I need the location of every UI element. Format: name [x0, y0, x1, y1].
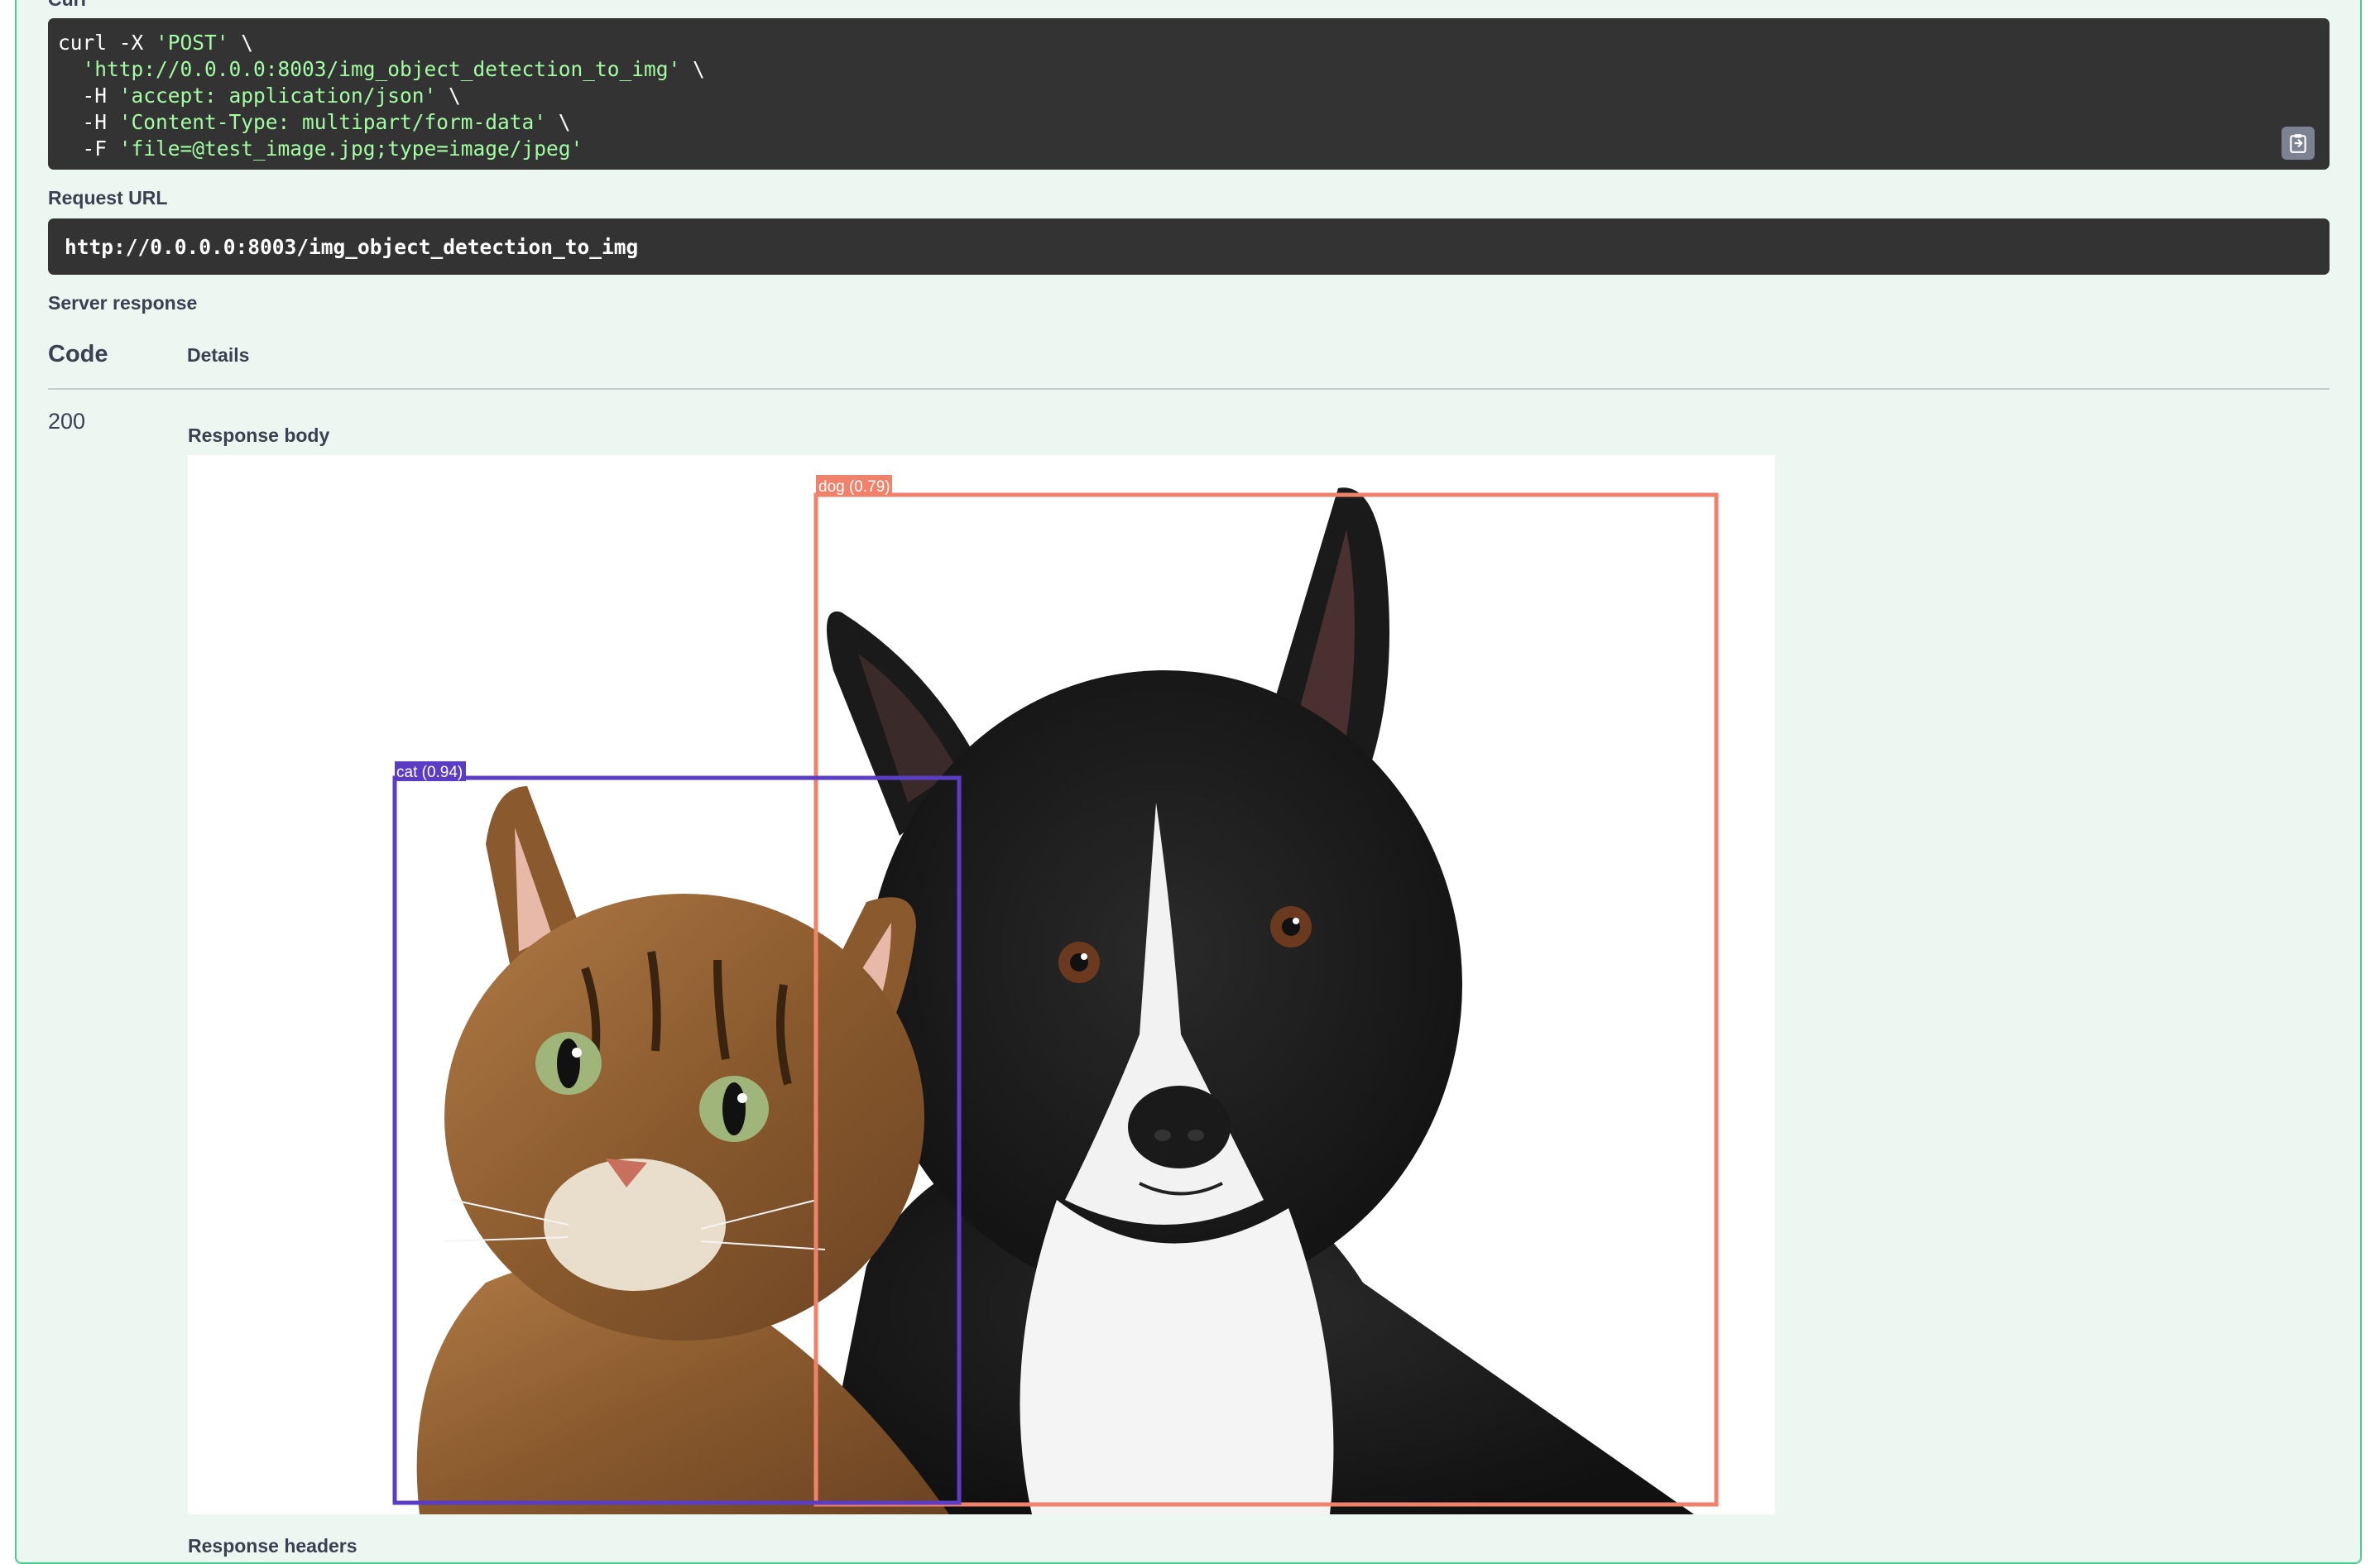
copy-to-clipboard-button[interactable]	[2282, 127, 2315, 160]
request-url-label: Request URL	[48, 187, 168, 209]
clipboard-icon	[2290, 134, 2306, 153]
column-header-code: Code	[48, 341, 108, 367]
curl-line-1: curl -X 'POST' \	[58, 31, 254, 55]
curl-line-5: -F 'file=@test_image.jpg;type=image/jpeg…	[58, 137, 583, 161]
server-response-label: Server response	[48, 292, 198, 314]
response-body-label: Response body	[188, 425, 330, 446]
request-url-value[interactable]: http://0.0.0.0:8003/img_object_detection…	[48, 218, 2330, 275]
response-headers-label: Response headers	[188, 1535, 357, 1557]
dog-illustration	[817, 487, 1694, 1514]
curl-line-3: -H 'accept: application/json' \	[58, 84, 461, 108]
cat-detection-label: cat (0.94)	[396, 764, 463, 781]
curl-line-2: 'http://0.0.0.0:8003/img_object_detectio…	[82, 57, 705, 81]
curl-label: Curl	[48, 0, 86, 11]
detection-result-image: dog (0.79) cat (0.94)	[188, 455, 1775, 1514]
response-status-code: 200	[48, 409, 86, 434]
column-header-details: Details	[187, 344, 250, 366]
dog-detection-label: dog (0.79)	[818, 478, 890, 496]
curl-code-block[interactable]: curl -X 'POST' \ 'http://0.0.0.0:8003/im…	[48, 18, 2330, 170]
curl-line-4: -H 'Content-Type: multipart/form-data' \	[58, 110, 571, 134]
table-divider	[48, 388, 2330, 390]
